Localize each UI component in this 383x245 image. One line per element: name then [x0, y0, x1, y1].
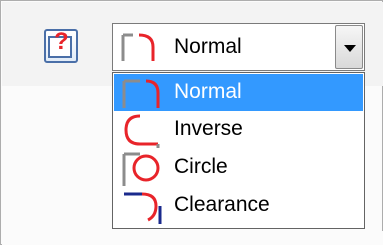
mark-clearance-icon [124, 192, 162, 224]
combo-dropdown-button[interactable] [335, 25, 363, 69]
mark-style-combobox[interactable]: Normal [112, 23, 365, 71]
mark-circle-icon [122, 152, 160, 186]
mark-normal-icon [121, 33, 155, 61]
help-button[interactable]: ? [44, 28, 78, 63]
question-mark-glyph: ? [54, 28, 69, 55]
combo-selected-label: Normal [174, 35, 242, 58]
mark-style-dropdown-list: Normal Inverse Circle Clearance [112, 72, 365, 229]
status-strip [2, 231, 383, 245]
dropdown-item-circle[interactable]: Circle [114, 149, 363, 186]
dropdown-item-label: Inverse [174, 117, 243, 140]
mark-inverse-icon [124, 114, 160, 148]
dropdown-item-inverse[interactable]: Inverse [114, 111, 363, 148]
window-frame: ? Normal Normal Inverse Circle Clearance [0, 0, 383, 245]
dropdown-item-normal[interactable]: Normal [114, 74, 363, 111]
mark-normal-icon [122, 79, 160, 108]
dropdown-item-label: Normal [174, 80, 242, 103]
dropdown-item-clearance[interactable]: Clearance [114, 187, 363, 224]
chevron-down-icon [344, 45, 356, 52]
dropdown-item-label: Circle [174, 155, 228, 178]
dropdown-item-label: Clearance [174, 193, 270, 216]
